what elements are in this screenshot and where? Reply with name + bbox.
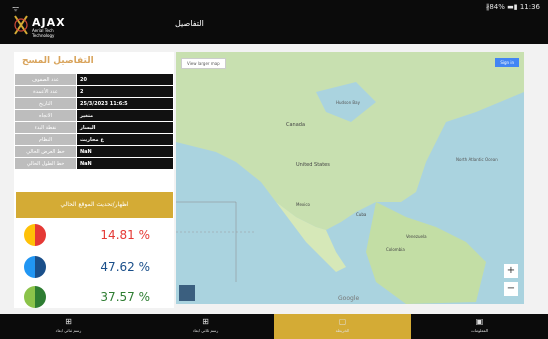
row-value: 20 — [76, 73, 174, 86]
google-logo: Google — [338, 295, 360, 302]
row-value: 25/3/2023 11:6:5 — [76, 97, 174, 110]
zoom-out-button[interactable]: − — [504, 282, 518, 296]
table-row: خط العرض الحالي NaN — [14, 145, 174, 158]
table-row: التاريخ 25/3/2023 11:6:5 — [14, 97, 174, 110]
map-label: Cuba — [356, 212, 367, 217]
map-label: Colombia — [386, 247, 405, 252]
tab-label: الخريطة — [335, 328, 350, 333]
table-row: النظام ع محاريث — [14, 133, 174, 146]
map-label: Venezuela — [406, 234, 427, 239]
table-row: الاتجاه متغير — [14, 109, 174, 122]
table-row: عدد الصفوف 20 — [14, 73, 174, 86]
top-bar: ᯤ ∦84% ▬▮ 11:36 AJAX Aerial Tech Technol… — [0, 0, 548, 44]
tab-label: رسم ثلاثي ابعاد — [192, 328, 219, 333]
stat-pie-icon — [24, 286, 46, 308]
wifi-icon: ᯤ — [12, 4, 20, 13]
map-label: Mexico — [296, 202, 310, 207]
map-icon: ▢ — [338, 317, 347, 326]
row-label: التاريخ — [14, 97, 77, 110]
stat-pie-icon — [24, 224, 46, 246]
status-indicators: ∦84% ▬▮ 11:36 — [485, 3, 540, 11]
bottom-tab-bar: ⊞ رسم ثنائي ابعاد ⊞ رسم ثلاثي ابعاد ▢ ال… — [0, 314, 548, 339]
stat-percentage: 37.57 % — [100, 290, 150, 304]
map-label: Hudson Bay — [336, 100, 360, 105]
row-value: متغير — [76, 109, 174, 122]
tab-label: المعلومات — [470, 328, 489, 333]
view-larger-map-button[interactable]: View larger map — [181, 58, 226, 69]
map-landmass — [176, 52, 524, 304]
map-type-toggle[interactable] — [179, 285, 195, 301]
table-row: عدد الأعمدة 2 — [14, 85, 174, 98]
info-icon: ▣ — [475, 317, 484, 326]
zoom-in-button[interactable]: + — [504, 264, 518, 278]
row-label: نقطة البدء — [14, 121, 77, 134]
row-value: NaN — [76, 157, 174, 170]
row-value: ع محاريث — [76, 133, 174, 146]
stat-percentage: 14.81 % — [100, 228, 150, 242]
grid-icon: ⊞ — [202, 317, 209, 326]
map-view[interactable]: Hudson Bay Canada United States Mexico C… — [176, 52, 524, 304]
logo-subtitle: Aerial Tech Technology — [32, 28, 55, 38]
sign-in-button[interactable]: Sign in — [495, 58, 519, 67]
tab-label: رسم ثنائي ابعاد — [55, 328, 82, 333]
tab-info[interactable]: ▣ المعلومات — [411, 314, 548, 339]
tab-3d-plot[interactable]: ⊞ رسم ثلاثي ابعاد — [137, 314, 274, 339]
row-label: خط العرض الحالي — [14, 145, 77, 158]
app-logo: AJAX Aerial Tech Technology — [12, 14, 72, 38]
row-value: NaN — [76, 145, 174, 158]
map-label: North Atlantic Ocean — [456, 157, 498, 162]
tab-map[interactable]: ▢ الخريطة — [274, 314, 411, 339]
map-label: United States — [296, 162, 330, 168]
update-location-button[interactable]: اظهار/تحديث الموقع الحالي — [16, 192, 173, 218]
map-label: Canada — [286, 122, 306, 128]
table-row: نقطة البدء اليسار — [14, 121, 174, 134]
panel-title: التفاصيل المسح — [22, 56, 94, 66]
row-label: خط الطول الحالي — [14, 157, 77, 170]
row-value: اليسار — [76, 121, 174, 134]
row-label: النظام — [14, 133, 77, 146]
tab-2d-plot[interactable]: ⊞ رسم ثنائي ابعاد — [0, 314, 137, 339]
row-label: الاتجاه — [14, 109, 77, 122]
stat-percentage: 47.62 % — [100, 260, 150, 274]
details-panel: التفاصيل المسح عدد الصفوف 20 عدد الأعمدة 2… — [14, 52, 174, 308]
grid-icon: ⊞ — [65, 317, 72, 326]
page-title: التفاصيل — [175, 19, 204, 28]
stat-pie-icon — [24, 256, 46, 278]
row-label: عدد الأعمدة — [14, 85, 77, 98]
row-label: عدد الصفوف — [14, 73, 77, 86]
info-table: عدد الصفوف 20 عدد الأعمدة 2 التاريخ 25/3/20… — [14, 73, 174, 170]
table-row: خط الطول الحالي NaN — [14, 157, 174, 170]
row-value: 2 — [76, 85, 174, 98]
